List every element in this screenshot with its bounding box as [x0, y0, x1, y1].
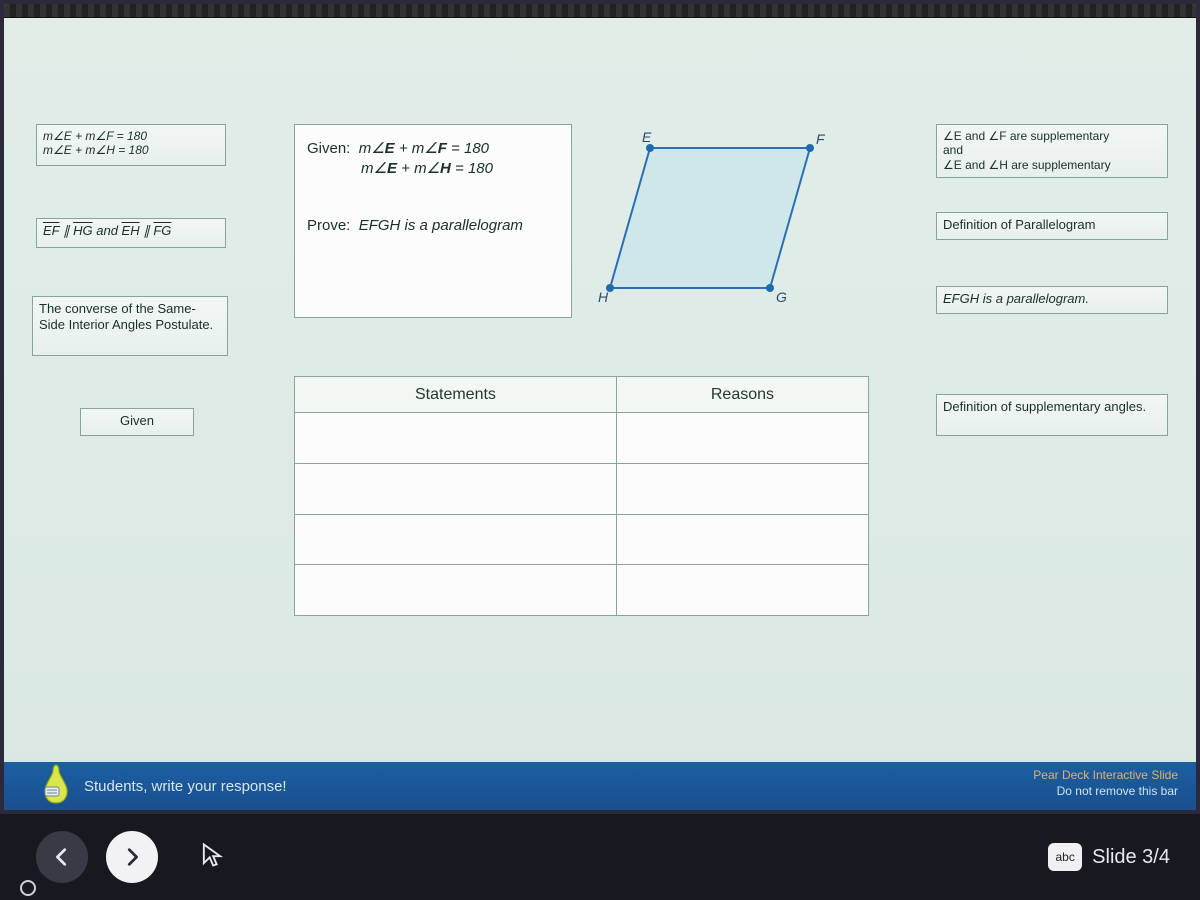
pear-prompt-text: Students, write your response! [84, 778, 287, 795]
proof-table[interactable]: Statements Reasons [294, 376, 869, 616]
col-header-reasons: Reasons [616, 377, 868, 413]
pointer-tool-button[interactable] [198, 841, 226, 874]
col-header-statements: Statements [295, 377, 617, 413]
drag-tile-def-parallelogram[interactable]: Definition of Parallelogram [936, 212, 1168, 240]
vertex-label-H: H [598, 289, 609, 305]
proof-cell[interactable] [616, 464, 868, 515]
proof-cell[interactable] [295, 514, 617, 565]
parallelogram-svg: E F G H [590, 124, 868, 318]
slide-canvas[interactable]: m∠E + m∠F = 180 m∠E + m∠H = 180 EF ∥ HG … [4, 18, 1196, 750]
circle-icon [18, 878, 38, 898]
presentation-viewer: m∠E + m∠F = 180 m∠E + m∠H = 180 EF ∥ HG … [4, 4, 1196, 810]
tile-text-line: m∠E + m∠H = 180 [43, 143, 219, 157]
window-chrome-occluded [4, 4, 1196, 18]
given-line-1: Given: m∠E + m∠F = 180 [307, 139, 559, 157]
figure-parallelogram: E F G H [590, 124, 868, 318]
tile-text-line: m∠E + m∠F = 180 [43, 129, 219, 143]
tile-text: Definition of Parallelogram [943, 217, 1095, 232]
given-line-2: m∠E + m∠H = 180 [361, 159, 559, 177]
vertex-label-G: G [776, 289, 787, 305]
drag-tile-supplementary[interactable]: ∠E and ∠F are supplementary and ∠E and ∠… [936, 124, 1168, 178]
slide-indicator: abc Slide 3/4 [1048, 843, 1170, 871]
prev-slide-button[interactable] [36, 831, 88, 883]
pear-deck-banner: Students, write your response! Pear Deck… [4, 762, 1196, 810]
proof-cell[interactable] [616, 514, 868, 565]
text-response-button[interactable]: abc [1048, 843, 1082, 871]
proof-cell[interactable] [295, 464, 617, 515]
problem-statement-box: Given: m∠E + m∠F = 180 m∠E + m∠H = 180 P… [294, 124, 572, 318]
abc-label: abc [1055, 850, 1074, 864]
proof-cell[interactable] [616, 565, 868, 616]
drag-tile-efgh-parallelogram[interactable]: EFGH is a parallelogram. [936, 286, 1168, 314]
bottom-control-bar: abc Slide 3/4 [0, 814, 1200, 900]
drag-tile-def-supp-angles[interactable]: Definition of supplementary angles. [936, 394, 1168, 436]
proof-cell[interactable] [616, 413, 868, 464]
vertex-label-F: F [816, 131, 826, 147]
tile-text-line: ∠E and ∠F are supplementary [943, 129, 1161, 143]
slide-counter-text: Slide 3/4 [1092, 846, 1170, 869]
drag-tile-parallel-sides[interactable]: EF ∥ HG and EH ∥ FG [36, 218, 226, 248]
tile-text: Given [120, 413, 154, 428]
tile-text: EFGH is a parallelogram. [943, 291, 1089, 306]
tile-text: EF ∥ HG and EH ∥ FG [43, 223, 171, 238]
chevron-right-icon [121, 846, 143, 868]
tile-text-line: ∠E and ∠H are supplementary [943, 158, 1161, 172]
vertex-label-E: E [642, 129, 652, 145]
screen: m∠E + m∠F = 180 m∠E + m∠H = 180 EF ∥ HG … [0, 0, 1200, 900]
drag-tile-given[interactable]: Given [80, 408, 194, 436]
pear-brand-text: Pear Deck Interactive Slide Do not remov… [1033, 768, 1178, 799]
tile-text: Definition of supplementary angles. [943, 399, 1146, 414]
chevron-left-icon [51, 846, 73, 868]
tile-text-line: and [943, 143, 1161, 157]
drag-tile-converse-postulate[interactable]: The converse of the Same-Side Interior A… [32, 296, 228, 356]
proof-cell[interactable] [295, 565, 617, 616]
prove-line: Prove: EFGH is a parallelogram [307, 217, 559, 234]
proof-cell[interactable] [295, 413, 617, 464]
os-start-icon[interactable] [18, 878, 38, 898]
drag-tile-equations[interactable]: m∠E + m∠F = 180 m∠E + m∠H = 180 [36, 124, 226, 166]
pear-icon [30, 758, 82, 810]
tile-text: The converse of the Same-Side Interior A… [39, 301, 213, 332]
next-slide-button[interactable] [106, 831, 158, 883]
cursor-icon [198, 841, 226, 869]
